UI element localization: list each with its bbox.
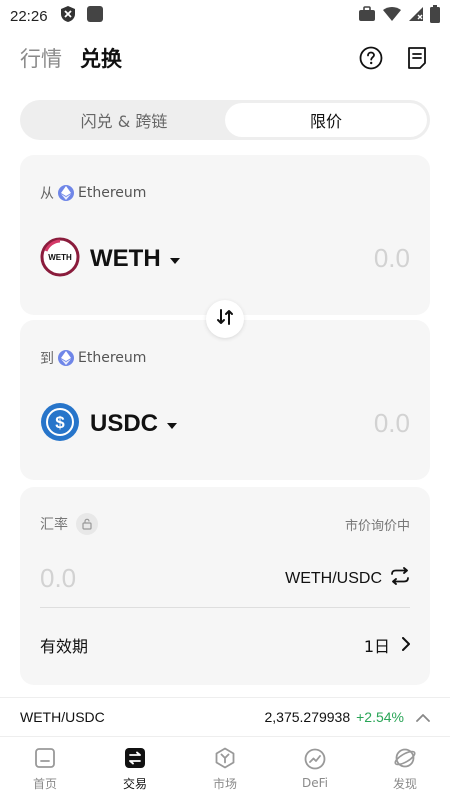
- rate-card: 汇率 市价询价中 0.0 WETH/USDC 有效期 1日: [20, 487, 430, 685]
- from-card: 从 Ethereum WETH WETH 0.0: [20, 155, 430, 315]
- to-token-name: USDC: [90, 410, 159, 437]
- help-icon[interactable]: [358, 45, 384, 71]
- tab-market-label: 市场: [212, 776, 237, 791]
- tab-defi[interactable]: DeFi: [270, 737, 360, 800]
- tab-discover-label: 发现: [392, 776, 417, 791]
- from-prefix: 从: [40, 186, 54, 202]
- from-chain-row[interactable]: 从 Ethereum: [40, 183, 146, 203]
- validity-value: 1日: [363, 637, 390, 656]
- svg-text:$: $: [55, 413, 65, 432]
- ethereum-icon: [58, 185, 74, 201]
- to-token-selector[interactable]: $ USDC: [40, 402, 178, 446]
- chevron-up-icon[interactable]: [416, 709, 430, 725]
- shield-icon: [60, 5, 76, 27]
- rate-label: 汇率: [40, 517, 68, 533]
- to-chain-name: Ethereum: [78, 350, 147, 366]
- rate-pair-label: WETH/USDC: [285, 569, 382, 587]
- svg-text:WETH: WETH: [48, 253, 72, 262]
- bottom-tab-bar: 首页 交易 市场 DeFi 发现: [0, 736, 450, 800]
- market-icon: [213, 746, 237, 770]
- notification-square-icon: [86, 5, 104, 27]
- from-token-name: WETH: [90, 245, 161, 272]
- tab-home-label: 首页: [32, 776, 57, 791]
- from-token-selector[interactable]: WETH WETH: [40, 237, 181, 281]
- tab-trade-label: 交易: [122, 776, 147, 791]
- mode-limit-order[interactable]: 限价: [225, 103, 427, 137]
- swap-direction-icon: [382, 567, 410, 590]
- price-ticker[interactable]: WETH/USDC 2,375.279938 +2.54%: [0, 697, 450, 735]
- rate-pair-toggle[interactable]: WETH/USDC: [285, 567, 410, 590]
- discover-icon: [393, 746, 417, 770]
- rate-input[interactable]: 0.0: [40, 563, 76, 594]
- tab-home[interactable]: 首页: [0, 737, 90, 800]
- chevron-right-icon: [390, 636, 410, 655]
- validity-selector[interactable]: 1日: [364, 633, 410, 657]
- caret-down-icon: [169, 250, 181, 269]
- weth-logo-icon: WETH: [40, 237, 80, 281]
- tab-discover[interactable]: 发现: [360, 737, 450, 800]
- caret-down-icon: [166, 415, 178, 434]
- tab-trade[interactable]: 交易: [90, 737, 180, 800]
- rate-status: 市价询价中: [344, 519, 410, 534]
- tab-defi-label: DeFi: [302, 776, 328, 790]
- divider: [40, 607, 410, 608]
- mode-instant-swap[interactable]: 闪兑 & 跨链: [23, 103, 225, 137]
- briefcase-icon: [358, 6, 376, 26]
- home-icon: [33, 746, 57, 770]
- battery-icon: [430, 5, 440, 27]
- validity-label: 有效期: [40, 637, 89, 656]
- order-history-icon[interactable]: [404, 45, 430, 71]
- to-card: 到 Ethereum $ USDC 0.0: [20, 320, 430, 480]
- ticker-change: +2.54%: [356, 708, 404, 725]
- ticker-pair: WETH/USDC: [20, 708, 105, 725]
- header: 行情 兑换: [0, 40, 450, 76]
- lock-icon[interactable]: [76, 513, 98, 535]
- ticker-price: 2,375.279938: [264, 708, 351, 725]
- ethereum-icon: [58, 350, 74, 366]
- trade-icon: [123, 746, 147, 770]
- to-prefix: 到: [40, 351, 54, 367]
- from-chain-name: Ethereum: [78, 185, 147, 201]
- status-bar: 22:26: [0, 0, 450, 32]
- tab-market[interactable]: 行情: [20, 43, 62, 73]
- tab-swap[interactable]: 兑换: [80, 43, 122, 73]
- swap-direction-button[interactable]: [206, 300, 244, 338]
- defi-icon: [303, 747, 327, 771]
- swap-arrows-icon: [216, 308, 234, 330]
- signal-icon: [408, 6, 424, 26]
- to-amount-input[interactable]: 0.0: [374, 408, 410, 439]
- swap-mode-switch: 闪兑 & 跨链 限价: [20, 100, 430, 140]
- wifi-icon: [382, 6, 402, 26]
- from-amount-input[interactable]: 0.0: [374, 243, 410, 274]
- usdc-logo-icon: $: [40, 402, 80, 446]
- tab-market[interactable]: 市场: [180, 737, 270, 800]
- to-chain-row[interactable]: 到 Ethereum: [40, 348, 146, 368]
- status-time: 22:26: [10, 7, 48, 25]
